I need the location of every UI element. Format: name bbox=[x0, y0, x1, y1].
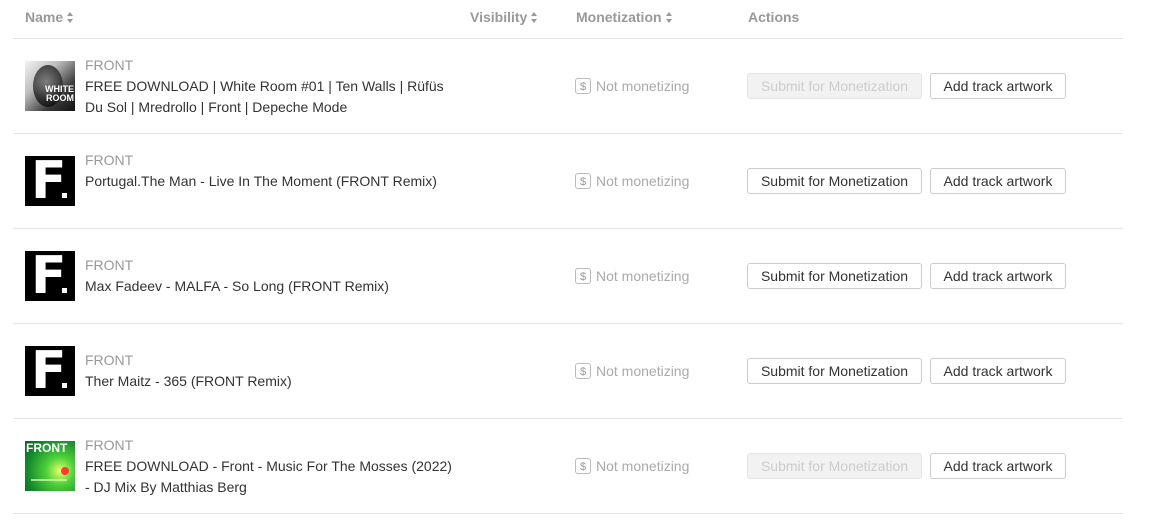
track-title[interactable]: FREE DOWNLOAD - Front - Music For The Mo… bbox=[85, 456, 455, 498]
artwork-dot bbox=[62, 288, 67, 293]
column-monetization-header[interactable]: Monetization bbox=[576, 9, 673, 25]
track-artwork[interactable]: WHITE ROOM bbox=[25, 61, 75, 111]
monetization-status: $ Not monetizing bbox=[575, 78, 689, 94]
artwork-dot bbox=[62, 383, 67, 388]
track-artwork[interactable]: F bbox=[25, 346, 75, 396]
column-actions-label: Actions bbox=[748, 9, 800, 25]
dollar-icon: $ bbox=[575, 173, 591, 189]
track-artwork[interactable]: FRONT bbox=[25, 441, 75, 491]
submit-for-monetization-button[interactable]: Submit for Monetization bbox=[747, 453, 922, 479]
artwork-dot bbox=[61, 467, 69, 475]
track-title[interactable]: Ther Maitz - 365 (FRONT Remix) bbox=[85, 371, 455, 392]
column-visibility-header[interactable]: Visibility bbox=[470, 9, 538, 25]
column-visibility-label: Visibility bbox=[470, 9, 528, 25]
dollar-icon: $ bbox=[575, 78, 591, 94]
monetization-status-label: Not monetizing bbox=[596, 173, 690, 189]
submit-for-monetization-button[interactable]: Submit for Monetization bbox=[747, 358, 922, 384]
track-artist[interactable]: FRONT bbox=[85, 352, 133, 368]
artwork-dot bbox=[62, 193, 67, 198]
column-monetization-label: Monetization bbox=[576, 9, 662, 25]
track-artist[interactable]: FRONT bbox=[85, 57, 133, 73]
table-row: F FRONT Max Fadeev - MALFA - So Long (FR… bbox=[0, 229, 1154, 324]
monetization-status-label: Not monetizing bbox=[596, 268, 690, 284]
artwork-text: F bbox=[31, 346, 67, 396]
track-artwork[interactable]: F bbox=[25, 156, 75, 206]
monetization-status-label: Not monetizing bbox=[596, 363, 690, 379]
artwork-text: WHITE ROOM bbox=[45, 84, 74, 103]
monetization-status-label: Not monetizing bbox=[596, 458, 690, 474]
track-artist[interactable]: FRONT bbox=[85, 257, 133, 273]
table-row: FRONT FRONT FREE DOWNLOAD - Front - Musi… bbox=[0, 419, 1154, 514]
dollar-icon: $ bbox=[575, 363, 591, 379]
sort-icon bbox=[665, 11, 673, 23]
track-title[interactable]: Portugal.The Man - Live In The Moment (F… bbox=[85, 171, 455, 192]
monetization-status: $ Not monetizing bbox=[575, 268, 689, 284]
add-track-artwork-button[interactable]: Add track artwork bbox=[930, 358, 1066, 384]
monetization-status: $ Not monetizing bbox=[575, 458, 689, 474]
artwork-text: F bbox=[31, 251, 67, 301]
column-name-header[interactable]: Name bbox=[25, 9, 74, 25]
dollar-icon: $ bbox=[575, 268, 591, 284]
track-artwork[interactable]: F bbox=[25, 251, 75, 301]
submit-for-monetization-button[interactable]: Submit for Monetization bbox=[747, 73, 922, 99]
monetization-status: $ Not monetizing bbox=[575, 363, 689, 379]
add-track-artwork-button[interactable]: Add track artwork bbox=[930, 263, 1066, 289]
sort-icon bbox=[531, 11, 538, 23]
monetization-status-label: Not monetizing bbox=[596, 78, 690, 94]
divider bbox=[13, 513, 1123, 514]
monetization-status: $ Not monetizing bbox=[575, 173, 689, 189]
add-track-artwork-button[interactable]: Add track artwork bbox=[930, 73, 1066, 99]
column-name-label: Name bbox=[25, 9, 64, 25]
table-row: WHITE ROOM FRONT FREE DOWNLOAD | White R… bbox=[0, 39, 1154, 134]
track-artist[interactable]: FRONT bbox=[85, 437, 133, 453]
table-row: F FRONT Portugal.The Man - Live In The M… bbox=[0, 134, 1154, 229]
dollar-icon: $ bbox=[575, 458, 591, 474]
track-artist[interactable]: FRONT bbox=[85, 152, 133, 168]
artwork-text: FRONT bbox=[26, 441, 68, 455]
table-header: Name Visibility Monetization Actions bbox=[0, 0, 1154, 38]
track-title[interactable]: Max Fadeev - MALFA - So Long (FRONT Remi… bbox=[85, 276, 455, 297]
artwork-text: F bbox=[31, 156, 67, 206]
submit-for-monetization-button[interactable]: Submit for Monetization bbox=[747, 263, 922, 289]
sort-icon bbox=[67, 11, 74, 23]
table-row: F FRONT Ther Maitz - 365 (FRONT Remix) $… bbox=[0, 324, 1154, 419]
add-track-artwork-button[interactable]: Add track artwork bbox=[930, 168, 1066, 194]
artwork-subtitle-line bbox=[31, 479, 67, 481]
add-track-artwork-button[interactable]: Add track artwork bbox=[930, 453, 1066, 479]
column-actions-header: Actions bbox=[748, 9, 799, 25]
track-title[interactable]: FREE DOWNLOAD | White Room #01 | Ten Wal… bbox=[85, 76, 455, 118]
submit-for-monetization-button[interactable]: Submit for Monetization bbox=[747, 168, 922, 194]
